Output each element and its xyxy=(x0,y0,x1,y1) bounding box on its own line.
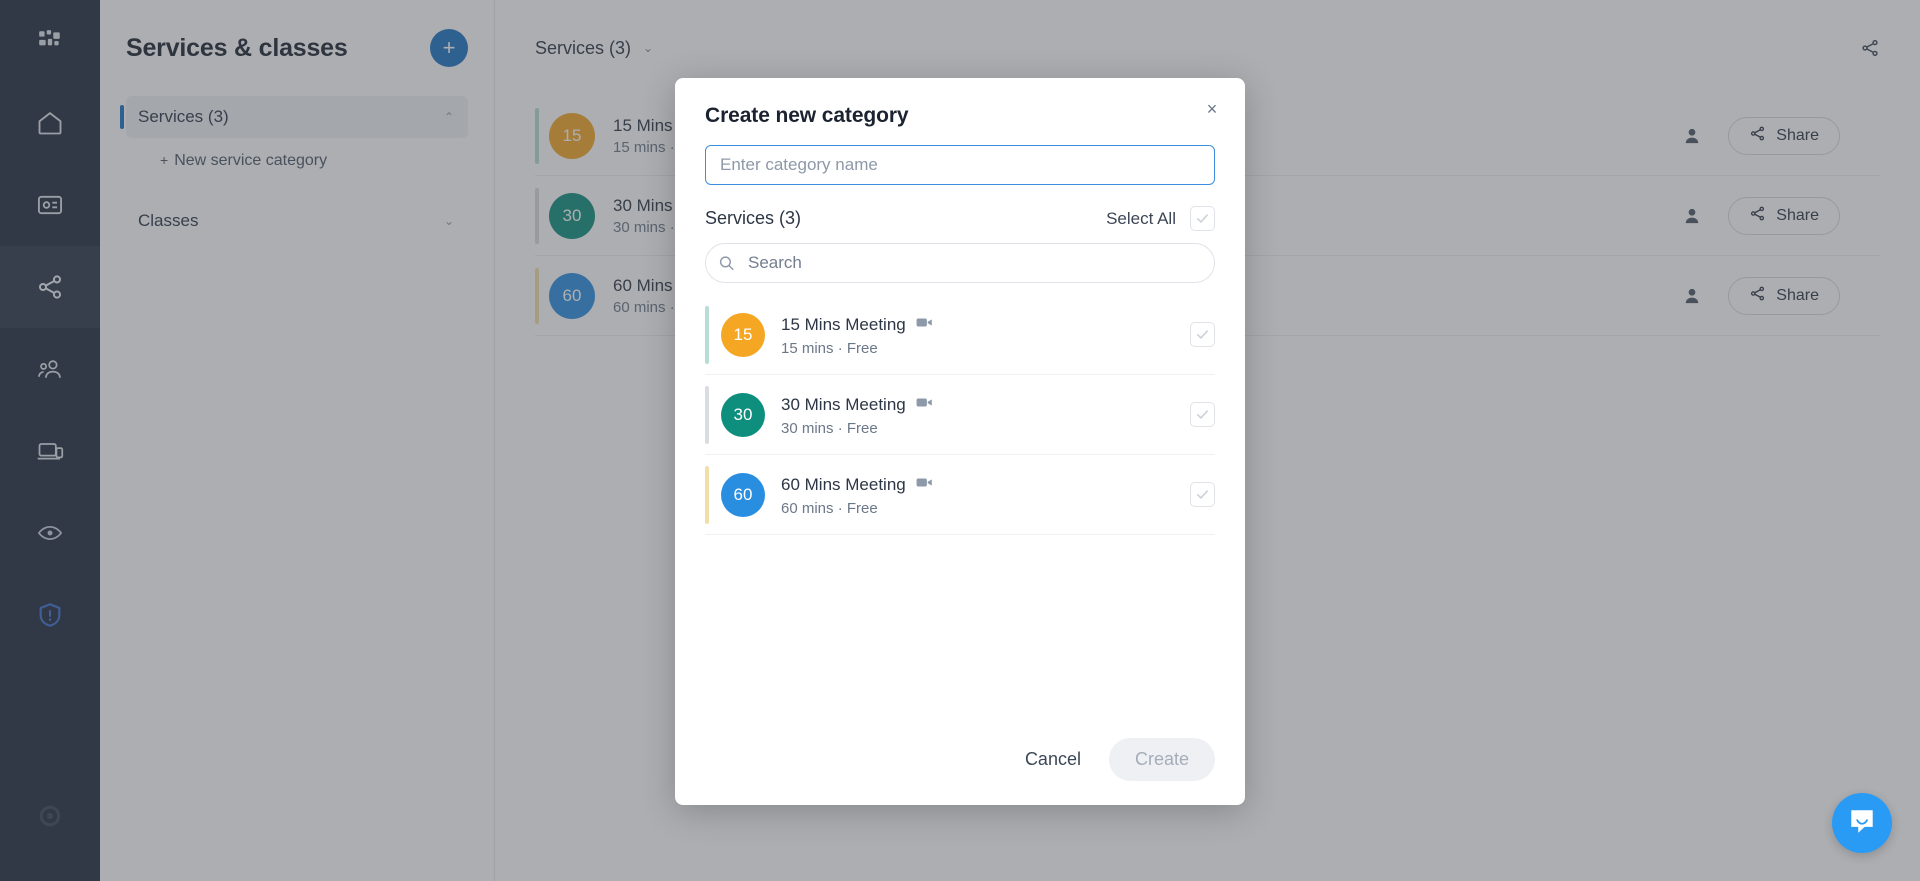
service-duration-badge: 15 xyxy=(721,312,765,357)
cancel-button[interactable]: Cancel xyxy=(1007,739,1099,780)
search-input[interactable] xyxy=(705,243,1215,283)
service-checkbox[interactable] xyxy=(1190,402,1215,427)
services-section-header: Services (3) Select All xyxy=(705,206,1215,231)
video-camera-icon xyxy=(915,313,934,337)
video-camera-icon xyxy=(915,473,934,497)
service-name-row: 15 Mins Meeting xyxy=(781,313,934,337)
modal-spacer xyxy=(705,535,1215,738)
list-item[interactable]: 15 15 Mins Meeting 15 mins · Free xyxy=(705,295,1215,375)
service-meta: 60 mins · Free xyxy=(781,499,878,517)
service-name-row: 30 Mins Meeting xyxy=(781,393,934,417)
row-checkbox-wrap xyxy=(1190,402,1215,427)
service-name: 60 Mins Meeting xyxy=(781,474,906,494)
app-root: Services & classes + Services (3) ⌃ + New… xyxy=(0,0,1920,881)
category-name-input[interactable] xyxy=(705,145,1215,185)
select-all-checkbox[interactable] xyxy=(1190,206,1215,231)
service-name-row: 60 Mins Meeting xyxy=(781,473,934,497)
row-checkbox-wrap xyxy=(1190,322,1215,347)
search-box xyxy=(705,243,1215,283)
create-category-modal: × Create new category Services (3) Selec… xyxy=(675,78,1245,805)
select-all-control[interactable]: Select All xyxy=(1106,206,1215,231)
service-name: 30 Mins Meeting xyxy=(781,394,906,414)
service-meta: 15 mins · Free xyxy=(781,339,878,357)
close-icon[interactable]: × xyxy=(1199,96,1225,122)
row-checkbox-wrap xyxy=(1190,482,1215,507)
service-checkbox[interactable] xyxy=(1190,322,1215,347)
service-name: 15 Mins Meeting xyxy=(781,314,906,334)
chat-launcher-button[interactable] xyxy=(1832,793,1892,853)
services-count-label: Services (3) xyxy=(705,208,802,228)
service-info: 15 Mins Meeting 15 mins · Free xyxy=(781,313,934,357)
chat-bubble-icon xyxy=(1847,806,1877,841)
service-duration-badge: 60 xyxy=(721,472,765,517)
modal-footer: Cancel Create xyxy=(705,738,1215,781)
create-button[interactable]: Create xyxy=(1108,738,1215,781)
search-icon xyxy=(718,255,735,272)
select-all-label: Select All xyxy=(1106,208,1176,228)
service-checkbox[interactable] xyxy=(1190,482,1215,507)
list-item[interactable]: 60 60 Mins Meeting 60 mins · Free xyxy=(705,455,1215,535)
service-info: 30 Mins Meeting 30 mins · Free xyxy=(781,393,934,437)
service-info: 60 Mins Meeting 60 mins · Free xyxy=(781,473,934,517)
service-duration-badge: 30 xyxy=(721,392,765,437)
video-camera-icon xyxy=(915,393,934,417)
service-meta: 30 mins · Free xyxy=(781,419,878,437)
modal-title: Create new category xyxy=(705,104,909,127)
modal-services-list: 15 15 Mins Meeting 15 mins · Free 30 30 … xyxy=(705,295,1215,535)
list-item[interactable]: 30 30 Mins Meeting 30 mins · Free xyxy=(705,375,1215,455)
